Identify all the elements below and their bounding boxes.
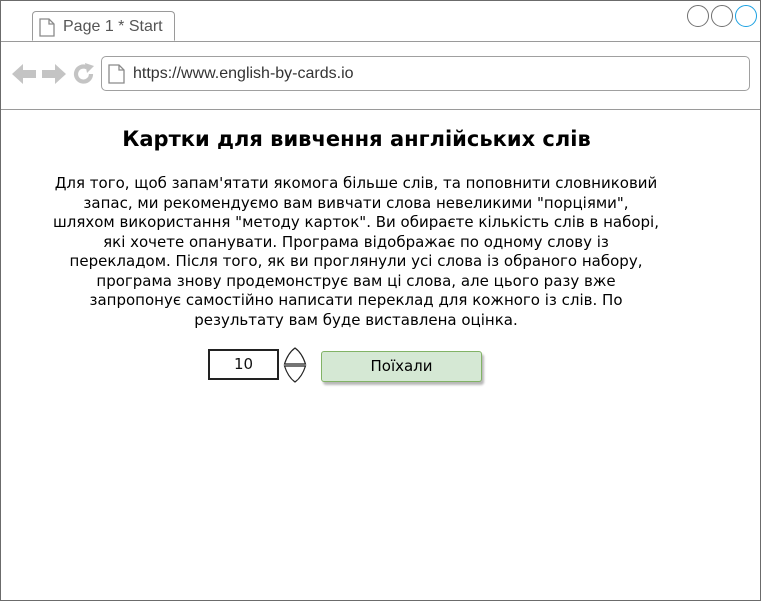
tab-bar: Page 1 * Start [1,1,760,42]
word-count-input[interactable]: 10 [208,349,279,380]
browser-toolbar: https://www.english-by-cards.io [1,42,760,110]
url-text: https://www.english-by-cards.io [133,65,354,82]
maximize-button[interactable] [735,5,757,27]
back-arrow-icon[interactable] [11,62,37,91]
window-controls [687,5,757,27]
document-icon [108,64,125,89]
tab-label: Page 1 * Start [63,18,163,35]
start-button[interactable]: Поїхали [321,351,482,382]
forward-arrow-icon[interactable] [41,62,67,91]
chevron-up-icon[interactable] [283,347,307,365]
tab-page-1[interactable]: Page 1 * Start [32,11,175,41]
reload-icon[interactable] [72,62,96,91]
word-count-stepper [283,347,307,383]
address-bar[interactable]: https://www.english-by-cards.io [101,56,750,91]
chevron-down-icon[interactable] [283,365,307,383]
browser-window: Page 1 * Start https://www.english-by-ca… [0,0,761,601]
document-icon [39,18,55,42]
minimize-button[interactable] [687,5,709,27]
page-description: Для того, щоб запам'ятати якомога більше… [53,174,659,329]
page-title: Картки для вивчення англійських слів [122,127,591,151]
restore-button[interactable] [711,5,733,27]
